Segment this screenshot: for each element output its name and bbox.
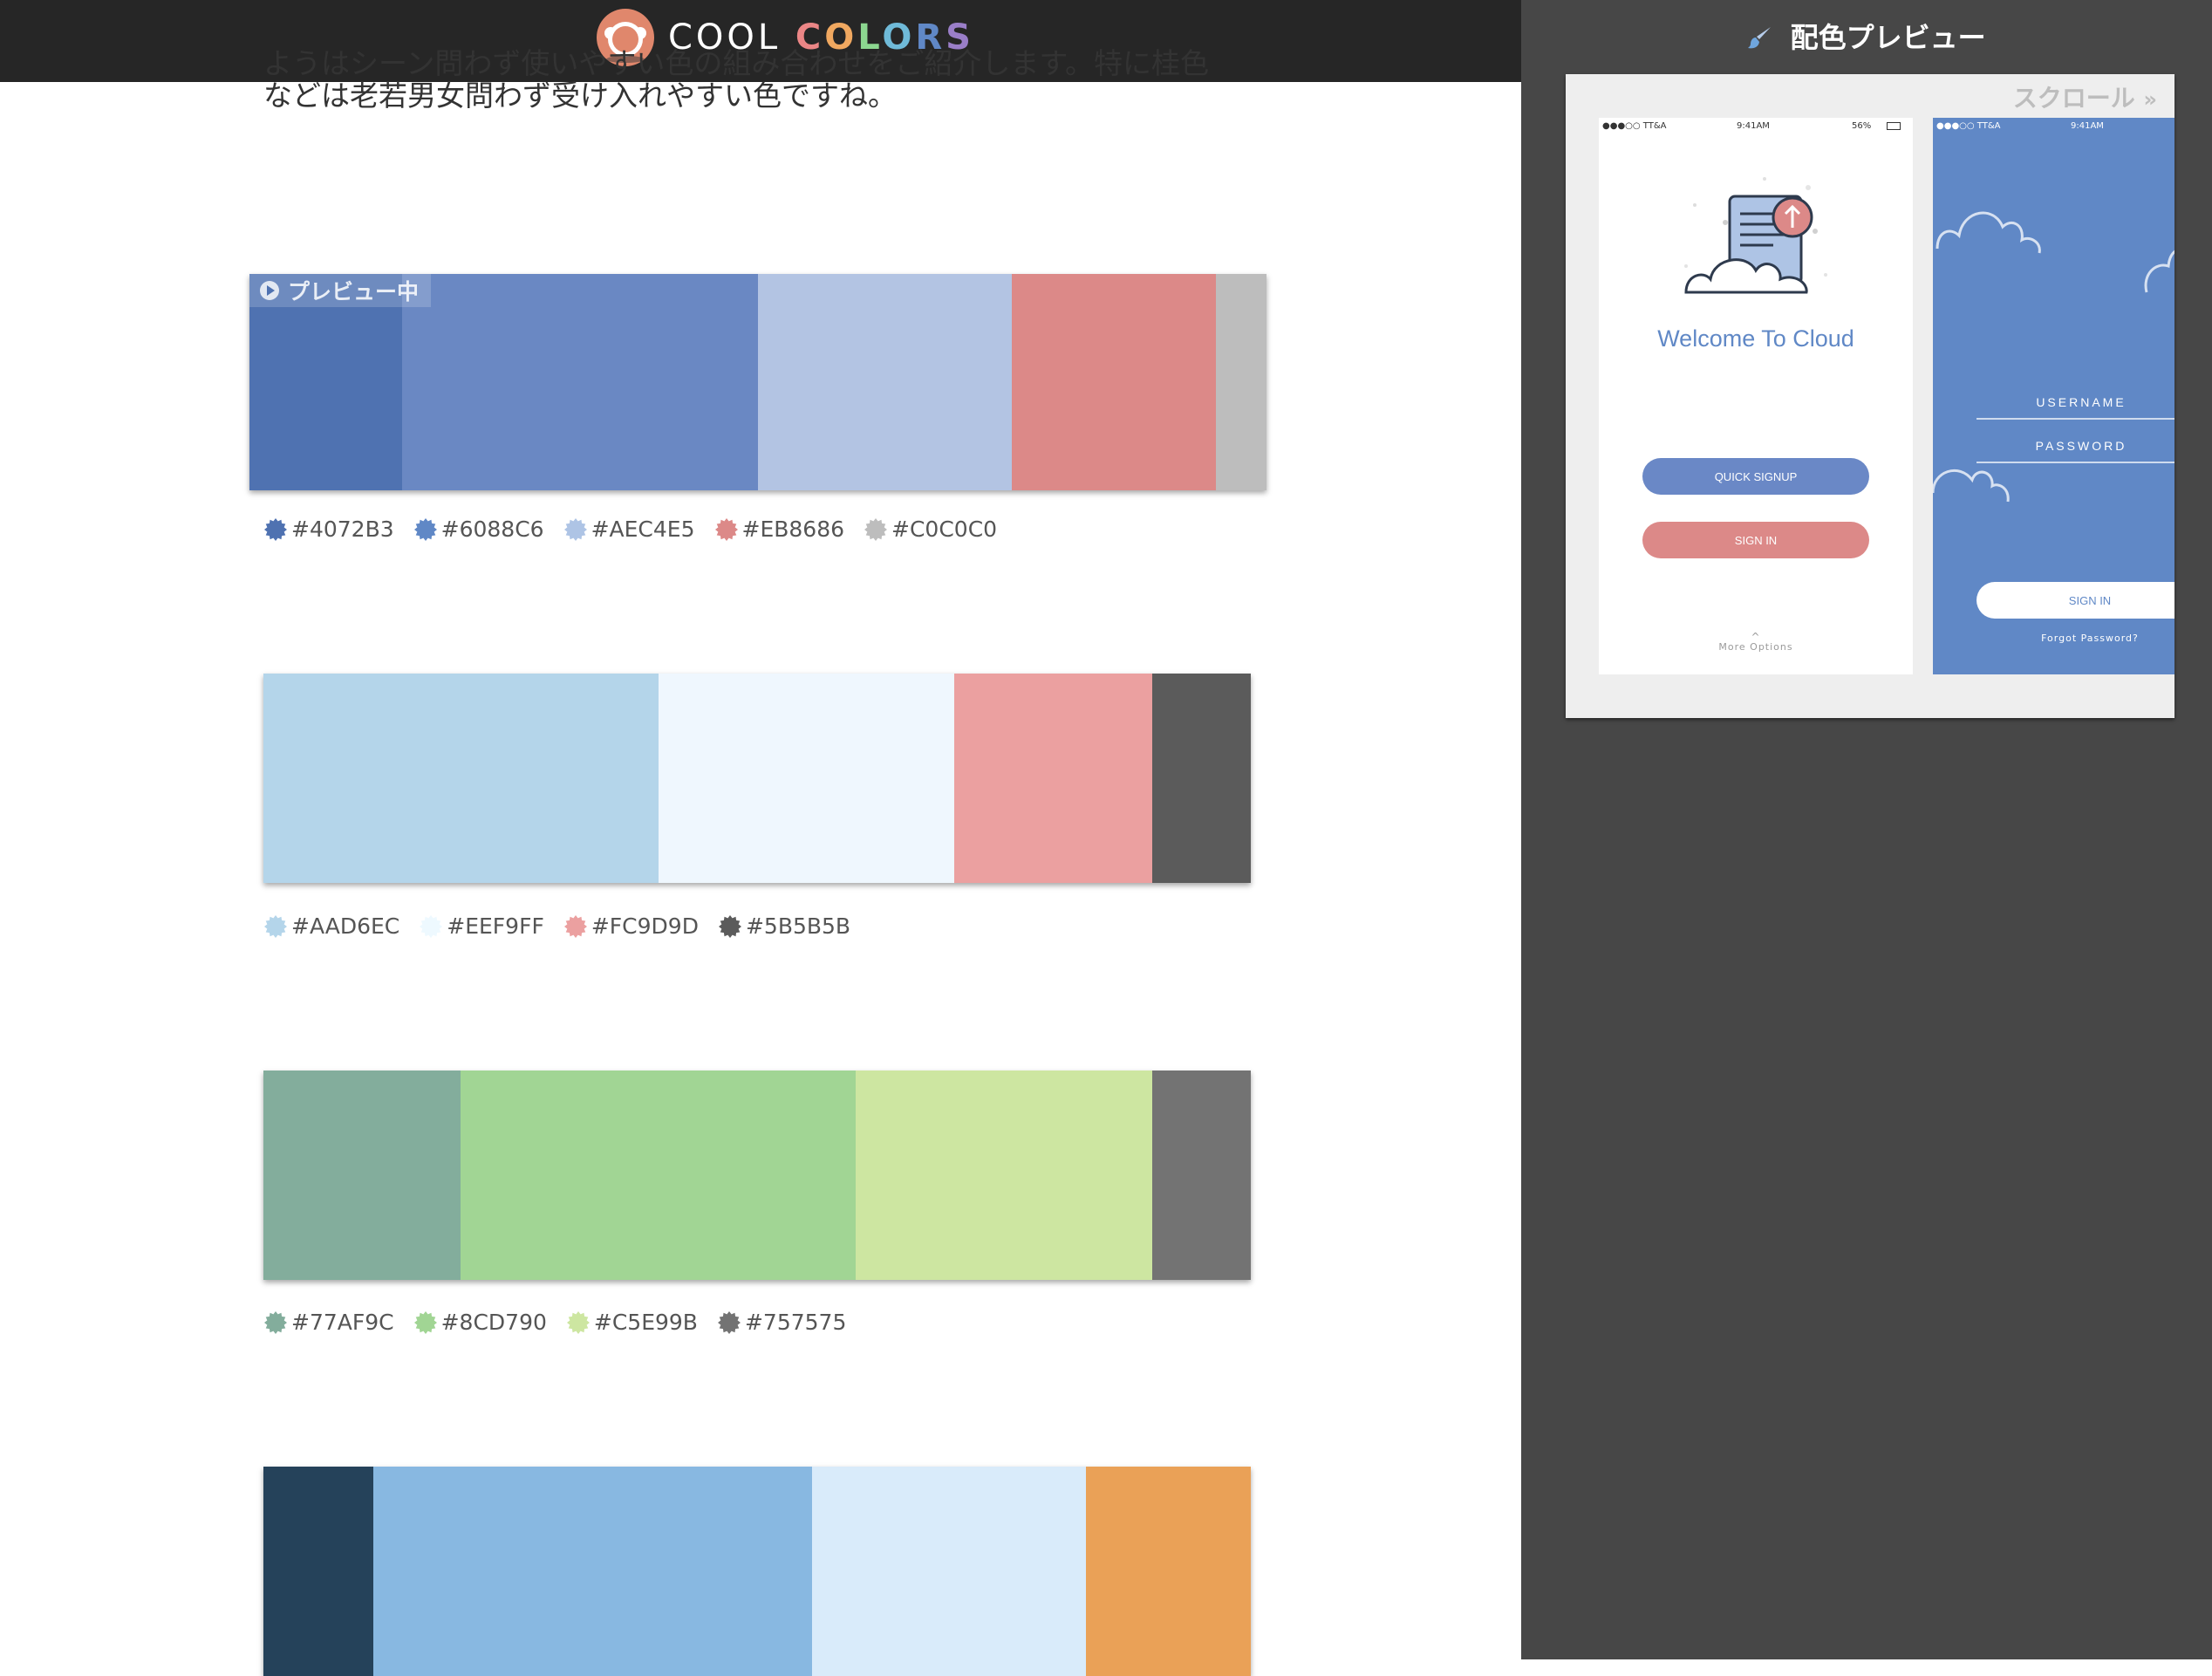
play-icon <box>260 281 279 300</box>
color-swatch[interactable] <box>812 1467 1086 1676</box>
color-dot-icon <box>714 517 738 541</box>
palette-3-codes: #77AF9C #8CD790 #C5E99B #757575 <box>263 1310 865 1335</box>
color-swatch[interactable] <box>954 674 1152 883</box>
color-code[interactable]: #C0C0C0 <box>864 516 997 542</box>
scroll-hint: スクロール » <box>2013 79 2157 114</box>
time-text-2: 9:41AM <box>2071 121 2104 131</box>
color-code-label: #77AF9C <box>291 1310 394 1335</box>
preview-viewport[interactable]: スクロール » ●●●○○ TT&A 9:41AM 56% Welcome To… <box>1566 74 2174 718</box>
color-code[interactable]: #AEC4E5 <box>563 516 695 542</box>
color-code[interactable]: #AAD6EC <box>263 913 399 939</box>
color-swatch[interactable] <box>856 1071 1152 1280</box>
mock-phone-welcome: ●●●○○ TT&A 9:41AM 56% Welcome To Cloud Q… <box>1599 118 1913 674</box>
color-swatch[interactable] <box>263 1071 461 1280</box>
cloud-outline-decoration <box>1933 211 2174 503</box>
mock-phone-login: ●●●○○ TT&A 9:41AM USERNAME PASSWORD SIGN… <box>1933 118 2174 674</box>
preview-playing-badge: プレビュー中 <box>249 274 432 307</box>
preview-title-text: 配色プレビュー <box>1790 21 1986 54</box>
palette-4[interactable] <box>263 1467 1251 1676</box>
preview-badge-label: プレビュー中 <box>288 279 420 304</box>
color-swatch[interactable] <box>1085 1467 1251 1676</box>
color-code-label: #AEC4E5 <box>591 516 695 542</box>
color-code-label: #EB8686 <box>741 516 845 542</box>
intro-line-1: ようはシーン問わず使いやすい色の組み合わせをご紹介します。特に桂色 <box>263 47 1210 80</box>
welcome-heading: Welcome To Cloud <box>1657 325 1854 352</box>
color-dot-icon <box>566 1310 590 1334</box>
color-code[interactable]: #757575 <box>717 1310 846 1335</box>
color-code-label: #4072B3 <box>291 516 394 542</box>
color-dot-icon <box>563 914 587 938</box>
quick-signup-button[interactable]: QUICK SIGNUP <box>1642 458 1869 495</box>
color-code-label: #EEF9FF <box>447 913 544 939</box>
color-dot-icon <box>413 1310 437 1334</box>
color-code[interactable]: #C5E99B <box>566 1310 698 1335</box>
palette-2[interactable] <box>263 674 1251 883</box>
preview-panel-title: 配色プレビュー <box>1521 16 2212 56</box>
color-swatch[interactable] <box>757 274 1013 490</box>
color-swatch[interactable] <box>401 274 758 490</box>
intro-text: ようはシーン問わず使いやすい色の組み合わせをご紹介します。特に桂色 などは老若男… <box>263 47 1223 113</box>
color-dot-icon <box>264 914 287 938</box>
forgot-password-link[interactable]: Forgot Password? <box>1976 633 2174 644</box>
carrier-text-2: ●●●○○ TT&A <box>1936 121 2001 131</box>
color-code-label: #C5E99B <box>593 1310 698 1335</box>
color-code-label: #6088C6 <box>440 516 544 542</box>
color-code[interactable]: #6088C6 <box>413 516 544 542</box>
color-code[interactable]: #8CD790 <box>413 1310 547 1335</box>
color-code[interactable]: #FC9D9D <box>563 913 699 939</box>
color-dot-icon <box>413 517 437 541</box>
color-code[interactable]: #EEF9FF <box>419 913 544 939</box>
sign-in-button-2[interactable]: SIGN IN <box>1976 582 2174 619</box>
color-swatch[interactable] <box>263 674 659 883</box>
scroll-hint-label: スクロール <box>2012 84 2135 113</box>
time-text: 9:41AM <box>1737 121 1770 131</box>
battery-icon <box>1887 122 1901 130</box>
double-chevron-right-icon: » <box>2143 87 2157 112</box>
palette-3[interactable] <box>263 1071 1251 1280</box>
color-swatch[interactable] <box>658 674 955 883</box>
battery-text: 56% <box>1852 121 1872 131</box>
paint-brush-icon <box>1748 27 1772 49</box>
caret-up-icon: ^ <box>1751 631 1761 643</box>
color-code-label: #757575 <box>744 1310 847 1335</box>
color-code-label: #5B5B5B <box>745 913 851 939</box>
color-swatch[interactable] <box>1215 274 1266 490</box>
color-dot-icon <box>864 517 888 541</box>
color-code-label: #C0C0C0 <box>891 516 998 542</box>
color-swatch[interactable] <box>1151 674 1251 883</box>
password-field[interactable]: PASSWORD <box>1976 439 2174 463</box>
color-swatch[interactable] <box>263 1467 374 1676</box>
color-code[interactable]: #5B5B5B <box>718 913 850 939</box>
more-options-label: More Options <box>1718 641 1793 653</box>
color-dot-icon <box>420 914 443 938</box>
cloud-upload-illustration <box>1684 177 1827 294</box>
color-code-label: #FC9D9D <box>591 913 699 939</box>
color-dot-icon <box>563 517 587 541</box>
color-dot-icon <box>264 1310 287 1334</box>
color-dot-icon <box>717 1310 741 1334</box>
intro-line-2: などは老若男女問わず受け入れやすい色ですね。 <box>263 79 897 113</box>
color-code[interactable]: #4072B3 <box>263 516 394 542</box>
color-code-label: #AAD6EC <box>291 913 400 939</box>
color-code-label: #8CD790 <box>440 1310 547 1335</box>
palette-1-codes: #4072B3 #6088C6 #AEC4E5 #EB8686 #C0C0C0 <box>263 516 1016 542</box>
carrier-text: ●●●○○ TT&A <box>1602 121 1667 131</box>
username-field[interactable]: USERNAME <box>1976 395 2174 420</box>
palette-2-codes: #AAD6EC #EEF9FF #FC9D9D #5B5B5B <box>263 913 870 939</box>
color-code[interactable]: #77AF9C <box>263 1310 394 1335</box>
color-swatch[interactable] <box>1012 274 1216 490</box>
color-swatch[interactable] <box>373 1467 813 1676</box>
color-swatch[interactable] <box>461 1071 857 1280</box>
sign-in-button[interactable]: SIGN IN <box>1642 522 1869 558</box>
color-swatch[interactable] <box>1151 1071 1251 1280</box>
color-dot-icon <box>264 517 287 541</box>
color-dot-icon <box>718 914 741 938</box>
more-options-link[interactable]: ^ More Options <box>1599 631 1913 653</box>
color-code[interactable]: #EB8686 <box>714 516 845 542</box>
